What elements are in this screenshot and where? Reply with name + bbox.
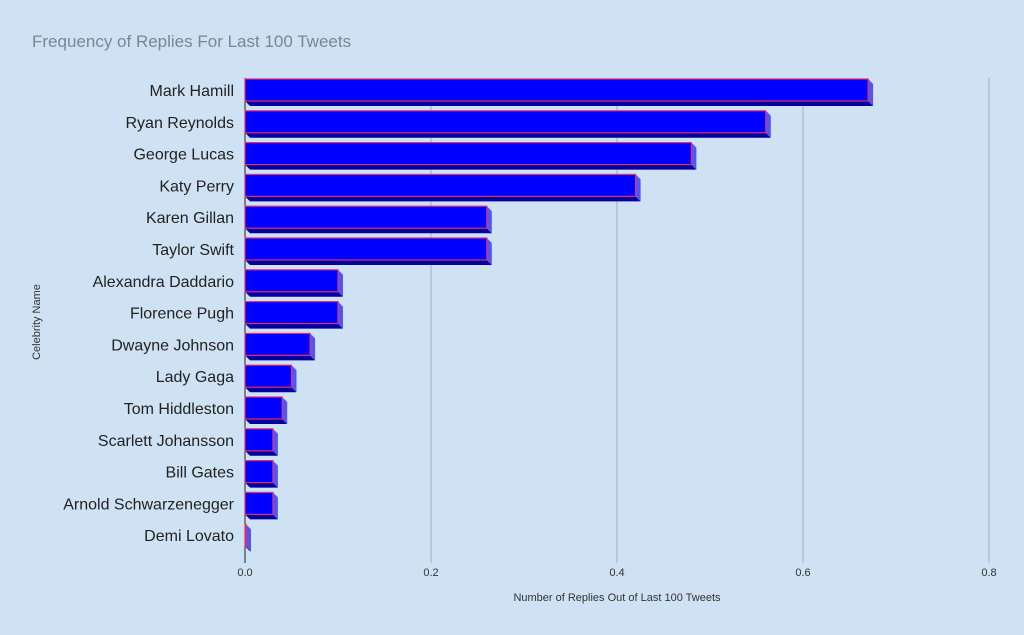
bar-bottom-face xyxy=(245,514,278,520)
bar-bottom-face xyxy=(245,355,316,361)
bar-bottom-face xyxy=(245,450,278,456)
bar xyxy=(244,523,247,547)
bar xyxy=(244,460,274,484)
category-label: George Lucas xyxy=(133,147,234,164)
bar xyxy=(244,364,293,388)
category-label: Tom Hiddleston xyxy=(124,401,234,418)
category-label: Karen Gillan xyxy=(146,210,234,227)
x-tick-label: 0.6 xyxy=(795,567,810,579)
bar-bottom-face xyxy=(245,164,697,170)
y-axis-label: Celebrity Name xyxy=(31,284,43,360)
category-label: Scarlett Johansson xyxy=(98,433,234,450)
bar xyxy=(244,491,274,515)
bar-bottom-face xyxy=(245,132,771,138)
bar-bottom-face xyxy=(245,228,492,234)
x-tick-label: 0.4 xyxy=(609,567,624,579)
x-tick-label: 0.0 xyxy=(237,567,252,579)
bar-bottom-face xyxy=(245,196,641,202)
category-label: Florence Pugh xyxy=(130,306,234,323)
bar xyxy=(244,396,283,420)
category-label: Alexandra Daddario xyxy=(93,274,235,291)
bar-bottom-face xyxy=(245,387,297,393)
category-label: Taylor Swift xyxy=(152,242,234,259)
bar xyxy=(244,428,274,452)
bar xyxy=(244,332,311,356)
category-label: Mark Hamill xyxy=(150,83,234,100)
bar xyxy=(244,269,339,293)
bar xyxy=(244,301,339,325)
chart-title: Frequency of Replies For Last 100 Tweets xyxy=(32,32,351,51)
category-label: Demi Lovato xyxy=(144,528,234,545)
bar-bottom-face xyxy=(245,260,492,265)
category-label: Katy Perry xyxy=(159,178,234,195)
bars xyxy=(244,78,874,552)
bar xyxy=(244,110,767,134)
bar-bottom-face xyxy=(245,323,343,329)
bar xyxy=(244,142,692,166)
category-label: Lady Gaga xyxy=(156,369,234,386)
bar-chart: Frequency of Replies For Last 100 Tweets… xyxy=(31,32,997,604)
x-tick-labels: 0.0 0.2 0.4 0.6 0.8 xyxy=(237,567,996,579)
category-labels: Mark Hamill Ryan Reynolds George Lucas Katy… xyxy=(63,83,234,545)
x-tick-label: 0.8 xyxy=(981,567,996,579)
bar-bottom-face xyxy=(245,482,278,488)
x-tick-label: 0.2 xyxy=(423,567,438,579)
bar xyxy=(244,237,488,261)
bar-bottom-face xyxy=(245,291,343,297)
category-label: Ryan Reynolds xyxy=(126,115,235,132)
category-label: Dwayne Johnson xyxy=(111,337,234,354)
bar xyxy=(244,78,869,102)
bar-bottom-face xyxy=(245,101,874,106)
category-label: Arnold Schwarzenegger xyxy=(63,496,234,513)
bar xyxy=(244,205,488,229)
bar xyxy=(244,173,637,197)
bar-bottom-face xyxy=(245,419,288,424)
category-label: Bill Gates xyxy=(166,465,234,482)
x-axis-label: Number of Replies Out of Last 100 Tweets xyxy=(513,592,721,604)
